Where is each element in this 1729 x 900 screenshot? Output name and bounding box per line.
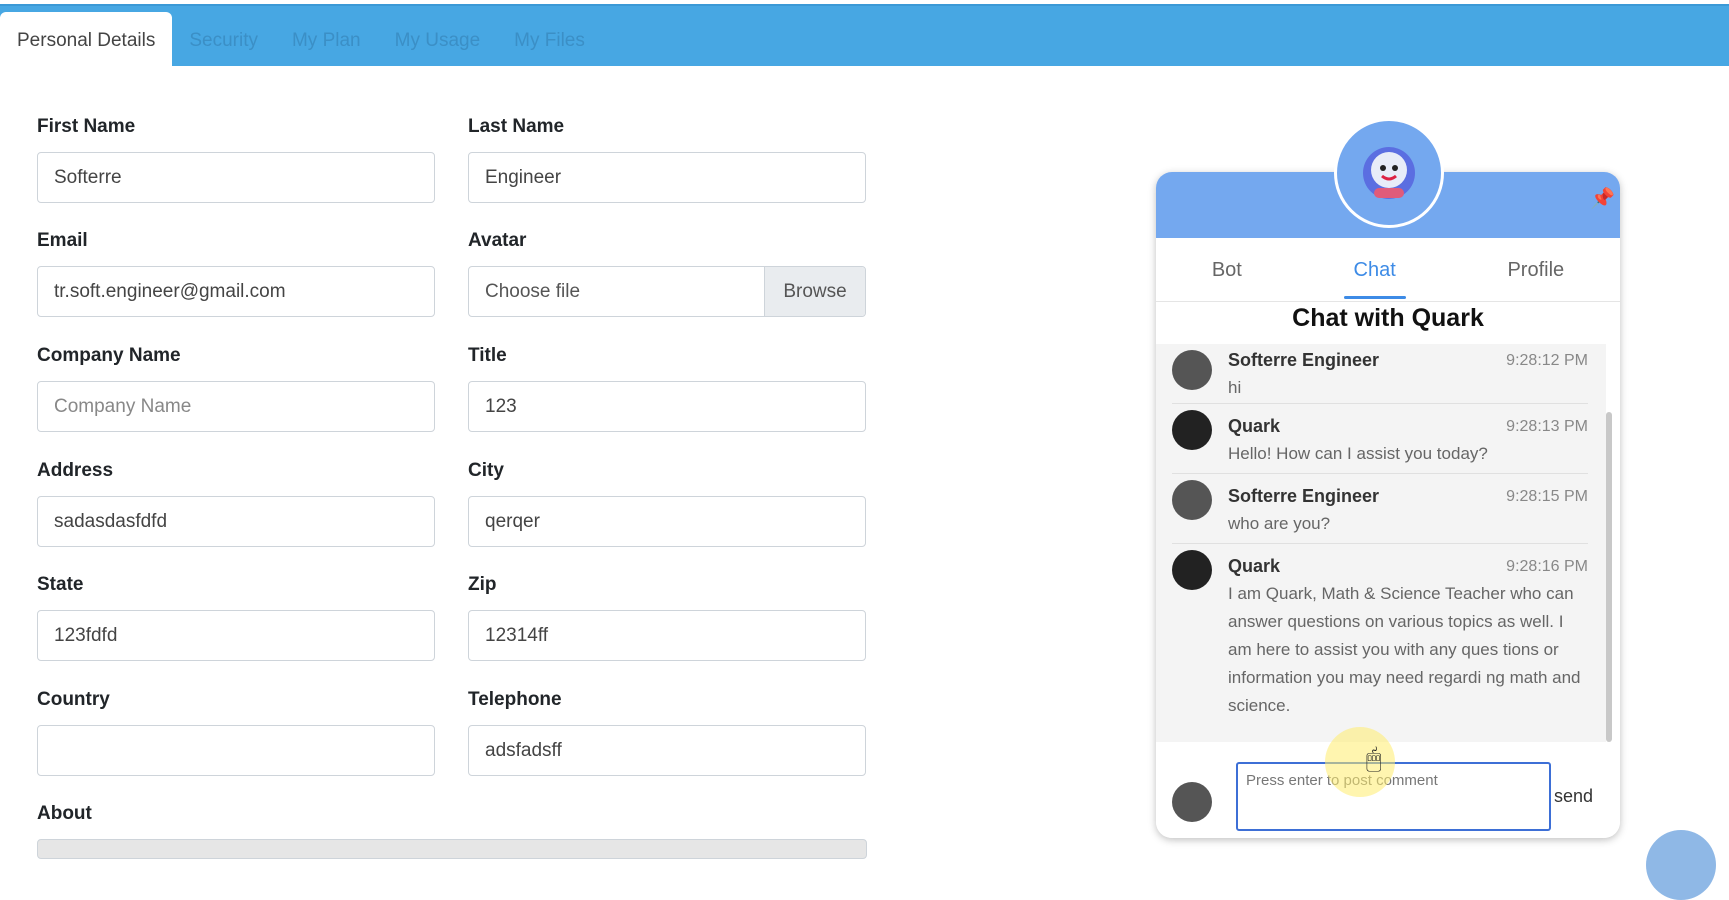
address-field[interactable] bbox=[37, 496, 435, 547]
message-time: 9:28:13 PM bbox=[1506, 418, 1588, 435]
chat-tab-chat[interactable]: Chat bbox=[1343, 238, 1407, 302]
message-item: Softerre Engineer 9:28:12 PM hi bbox=[1172, 344, 1588, 404]
avatar-label: Avatar bbox=[468, 230, 527, 251]
title-field[interactable] bbox=[468, 381, 866, 432]
top-nav-bar: Personal Details Security My Plan My Usa… bbox=[0, 0, 1729, 70]
first-name-label: First Name bbox=[37, 116, 136, 137]
zip-group: Zip bbox=[468, 574, 866, 661]
chat-launcher-button[interactable] bbox=[1646, 830, 1716, 900]
company-label: Company Name bbox=[37, 345, 181, 366]
title-group: Title bbox=[468, 345, 866, 432]
telephone-group: Telephone bbox=[468, 689, 866, 776]
browse-button[interactable]: Browse bbox=[764, 267, 865, 316]
about-label: About bbox=[37, 803, 92, 824]
comment-input[interactable] bbox=[1236, 762, 1551, 831]
zip-label: Zip bbox=[468, 574, 497, 595]
avatar-group: Avatar Choose file Browse bbox=[468, 230, 866, 317]
address-label: Address bbox=[37, 460, 114, 481]
country-group: Country bbox=[37, 689, 435, 776]
message-author: Quark bbox=[1228, 416, 1281, 436]
message-time: 9:28:12 PM bbox=[1506, 352, 1588, 369]
state-group: State bbox=[37, 574, 435, 661]
company-group: Company Name bbox=[37, 345, 435, 432]
first-name-group: First Name bbox=[37, 116, 435, 203]
chat-title: Chat with Quark bbox=[1292, 304, 1484, 332]
mouse-cursor-icon: 🖱 bbox=[1366, 743, 1382, 773]
zip-field[interactable] bbox=[468, 610, 866, 661]
bot-avatar bbox=[1172, 550, 1212, 590]
chat-tab-bot[interactable]: Bot bbox=[1212, 238, 1242, 302]
message-time: 9:28:15 PM bbox=[1506, 488, 1588, 505]
message-text: Hello! How can I assist you today? bbox=[1228, 444, 1488, 463]
country-field[interactable] bbox=[37, 725, 435, 776]
city-group: City bbox=[468, 460, 866, 547]
email-group: Email bbox=[37, 230, 435, 317]
choose-file-text: Choose file bbox=[485, 281, 581, 302]
last-name-group: Last Name bbox=[468, 116, 866, 203]
chat-widget: Bot Chat Profile Chat with Quark Softerr… bbox=[1156, 172, 1620, 838]
address-group: Address bbox=[37, 460, 435, 547]
bot-avatar-icon bbox=[1334, 118, 1444, 228]
message-text: who are you? bbox=[1228, 514, 1331, 533]
user-avatar bbox=[1172, 350, 1212, 390]
message-text: I am Quark, Math & Science Teacher who c… bbox=[1228, 584, 1581, 715]
avatar-file-input[interactable]: Choose file Browse bbox=[468, 266, 866, 317]
country-label: Country bbox=[37, 689, 110, 710]
title-label: Title bbox=[468, 345, 507, 366]
email-field[interactable] bbox=[37, 266, 435, 317]
last-name-field[interactable] bbox=[468, 152, 866, 203]
message-item: Quark 9:28:13 PM Hello! How can I assist… bbox=[1172, 404, 1588, 474]
city-field[interactable] bbox=[468, 496, 866, 547]
message-author: Quark bbox=[1228, 556, 1281, 576]
company-field[interactable] bbox=[37, 381, 435, 432]
user-avatar bbox=[1172, 480, 1212, 520]
tab-my-usage[interactable]: My Usage bbox=[378, 12, 498, 70]
state-field[interactable] bbox=[37, 610, 435, 661]
user-avatar bbox=[1172, 782, 1212, 822]
pin-icon[interactable]: 📌 bbox=[1590, 186, 1615, 211]
city-label: City bbox=[468, 460, 504, 481]
state-label: State bbox=[37, 574, 84, 595]
tab-my-files[interactable]: My Files bbox=[497, 12, 602, 70]
telephone-label: Telephone bbox=[468, 689, 562, 710]
message-item: Quark 9:28:16 PM I am Quark, Math & Scie… bbox=[1172, 544, 1588, 744]
message-author: Softerre Engineer bbox=[1228, 486, 1380, 506]
chat-tabs: Bot Chat Profile bbox=[1156, 238, 1620, 302]
astronaut-icon bbox=[1363, 147, 1415, 199]
about-textarea[interactable] bbox=[37, 839, 867, 859]
first-name-field[interactable] bbox=[37, 152, 435, 203]
send-button[interactable]: send bbox=[1554, 786, 1593, 807]
message-scrollbar[interactable] bbox=[1606, 412, 1612, 742]
cursor-highlight bbox=[1325, 727, 1395, 797]
email-label: Email bbox=[37, 230, 88, 251]
tab-my-plan[interactable]: My Plan bbox=[275, 12, 378, 70]
message-item: Softerre Engineer 9:28:15 PM who are you… bbox=[1172, 474, 1588, 544]
about-group: About bbox=[37, 803, 435, 839]
bot-avatar bbox=[1172, 410, 1212, 450]
tab-security[interactable]: Security bbox=[172, 12, 275, 70]
profile-tabs: Personal Details Security My Plan My Usa… bbox=[0, 12, 602, 70]
last-name-label: Last Name bbox=[468, 116, 565, 137]
message-text: hi bbox=[1228, 378, 1242, 397]
tab-personal-details[interactable]: Personal Details bbox=[0, 12, 173, 70]
message-time: 9:28:16 PM bbox=[1506, 558, 1588, 575]
chat-tab-profile[interactable]: Profile bbox=[1507, 238, 1564, 302]
telephone-field[interactable] bbox=[468, 725, 866, 776]
message-author: Softerre Engineer bbox=[1228, 350, 1380, 370]
